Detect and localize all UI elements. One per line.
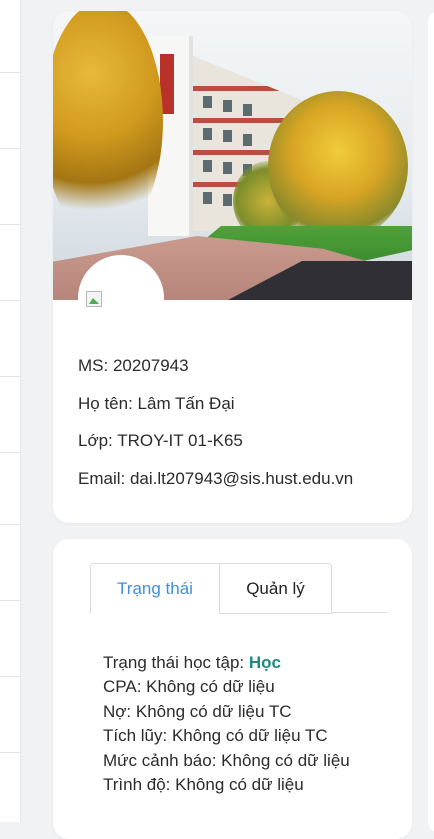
study-status-label: Trạng thái học tập: bbox=[103, 653, 249, 672]
debt-row: Nợ: Không có dữ liệu TC bbox=[103, 701, 292, 721]
class-row: Lớp: TROY-IT 01-K65 bbox=[78, 430, 353, 468]
accumulated-row: Tích lũy: Không có dữ liệu TC bbox=[103, 726, 328, 746]
tab-management[interactable]: Quản lý bbox=[219, 563, 332, 614]
email-value: dai.lt207943@sis.hust.edu.vn bbox=[129, 468, 354, 488]
left-sidebar-edge bbox=[0, 0, 21, 822]
sidebar-divider bbox=[0, 376, 21, 377]
profile-card: MS: 20207943 Họ tên: Lâm Tấn Đại Lớp: TR… bbox=[53, 11, 412, 523]
study-status-row: Trạng thái học tập: Học bbox=[103, 651, 350, 675]
student-info: MS: 20207943 Họ tên: Lâm Tấn Đại Lớp: TR… bbox=[78, 355, 353, 505]
student-id-row: MS: 20207943 bbox=[78, 355, 353, 393]
tab-status[interactable]: Trạng thái bbox=[90, 563, 220, 614]
warning-level-row: Mức cảnh báo: Không có dữ liệu bbox=[103, 750, 350, 770]
avatar[interactable] bbox=[78, 255, 164, 341]
tree bbox=[268, 91, 408, 241]
sidebar-divider bbox=[0, 676, 21, 677]
name-row: Họ tên: Lâm Tấn Đại bbox=[78, 393, 353, 431]
sidebar-divider bbox=[0, 148, 21, 149]
cpa-row: CPA: Không có dữ liệu bbox=[103, 677, 275, 697]
tab-bar: Trạng thái Quản lý bbox=[90, 563, 387, 614]
name-value: Lâm Tấn Đại bbox=[137, 393, 235, 413]
sidebar-divider bbox=[0, 752, 21, 753]
email-row: Email: dai.lt207943@sis.hust.edu.vn bbox=[78, 468, 353, 506]
sidebar-divider bbox=[0, 224, 21, 225]
name-label: Họ tên: bbox=[78, 393, 138, 413]
status-card: Trạng thái Quản lý Trạng thái học tập: H… bbox=[53, 539, 412, 839]
student-id-value: 20207943 bbox=[112, 356, 189, 375]
email-label: Email: bbox=[78, 468, 130, 488]
status-list: Trạng thái học tập: Học CPA: Không có dữ… bbox=[103, 651, 350, 797]
class-label: Lớp: bbox=[78, 431, 118, 450]
adjacent-card-edge bbox=[428, 12, 434, 832]
broken-image-icon bbox=[86, 291, 102, 307]
sidebar-divider bbox=[0, 300, 21, 301]
level-row: Trình độ: Không có dữ liệu bbox=[103, 775, 304, 795]
student-id-label: MS: bbox=[78, 356, 113, 375]
sidebar-divider bbox=[0, 452, 21, 453]
class-value: TROY-IT 01-K65 bbox=[117, 431, 243, 450]
sidebar-divider bbox=[0, 72, 21, 73]
sidebar-divider bbox=[0, 600, 21, 601]
sidebar-divider bbox=[0, 524, 21, 525]
study-status-value: Học bbox=[248, 653, 281, 672]
tree bbox=[53, 11, 163, 241]
